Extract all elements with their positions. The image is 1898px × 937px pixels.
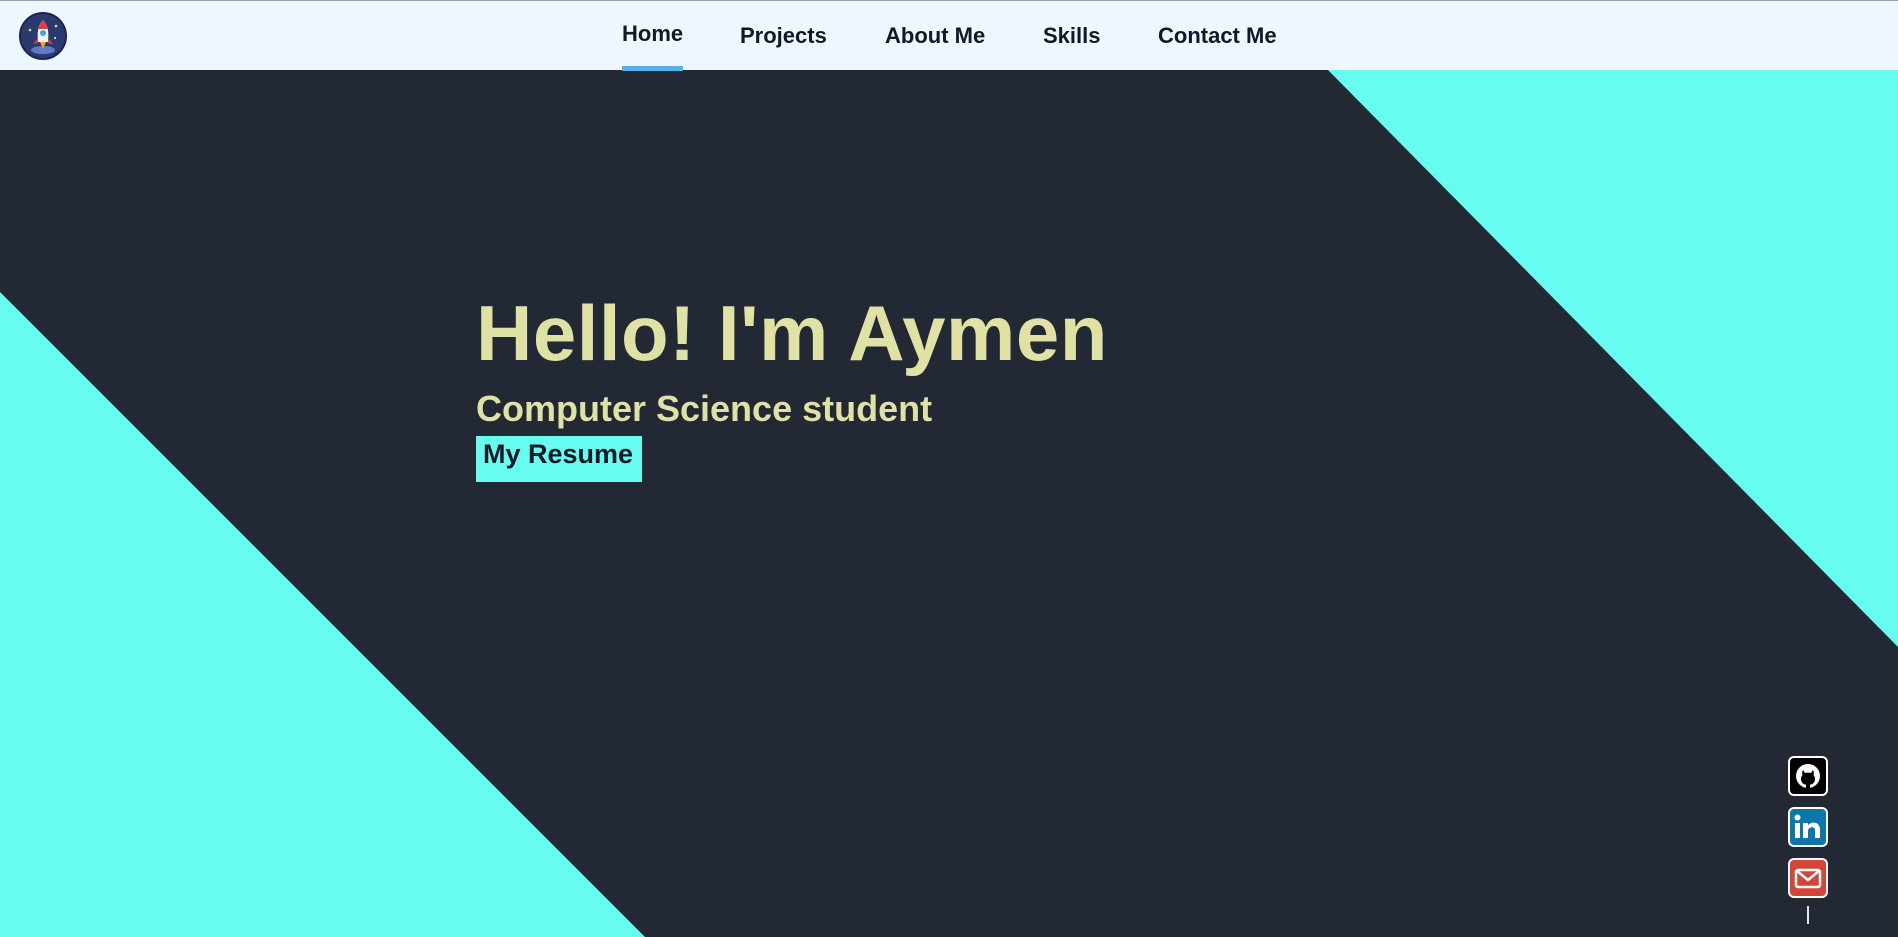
nav-projects[interactable]: Projects <box>740 1 827 71</box>
background-shapes <box>0 70 1898 937</box>
main-nav: Home Projects About Me Skills Contact Me <box>0 1 1898 71</box>
nav-about-me[interactable]: About Me <box>885 1 985 71</box>
nav-contact-me-label: Contact Me <box>1158 23 1277 48</box>
nav-skills-label: Skills <box>1043 23 1101 48</box>
hero-title: Hello! I'm Aymen <box>476 289 1108 377</box>
nav-home-label: Home <box>622 21 684 46</box>
social-divider-line <box>1807 906 1809 924</box>
page: Home Projects About Me Skills Contact Me… <box>0 0 1898 937</box>
github-icon[interactable] <box>1788 756 1828 796</box>
nav-active-underline <box>622 66 684 71</box>
hero-subtitle: Computer Science student <box>476 388 933 429</box>
resume-button[interactable]: My Resume <box>476 436 642 482</box>
nav-home[interactable]: Home <box>622 1 684 71</box>
email-icon[interactable] <box>1788 858 1828 898</box>
nav-projects-label: Projects <box>740 23 827 48</box>
nav-about-me-label: About Me <box>885 23 986 48</box>
nav-skills[interactable]: Skills <box>1043 1 1100 71</box>
nav-contact-me[interactable]: Contact Me <box>1158 1 1277 71</box>
accent-triangle-top-right <box>1328 70 1898 647</box>
linkedin-icon[interactable] <box>1788 807 1828 847</box>
header: Home Projects About Me Skills Contact Me <box>0 0 1898 71</box>
